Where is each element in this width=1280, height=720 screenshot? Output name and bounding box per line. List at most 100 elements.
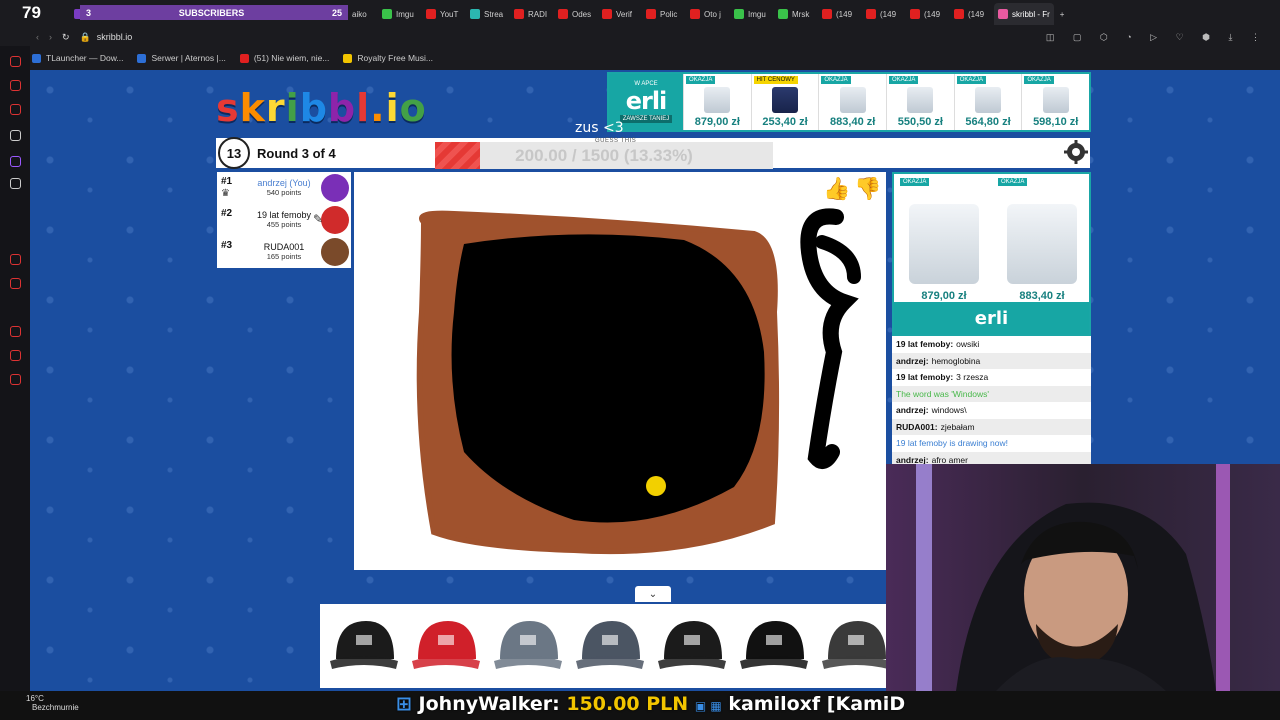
cap-product-image[interactable] — [326, 611, 402, 681]
browser-tab[interactable]: Oto j — [686, 3, 728, 25]
tab-label: (149 — [968, 9, 985, 19]
player-row[interactable]: #2 19 lat femoby 455 points ✎ — [217, 204, 351, 236]
ad-product[interactable]: OKAZJA 598,10 zł — [1021, 74, 1089, 130]
sidebar-icon[interactable] — [10, 254, 21, 265]
player-avatar — [321, 238, 349, 266]
twitch-icon[interactable] — [10, 156, 21, 167]
browser-tab[interactable]: Verif — [598, 3, 640, 25]
browser-tab-active[interactable]: skribbl - Fr — [994, 3, 1054, 25]
weather-temp: 16°C — [26, 694, 44, 703]
tab-label: YouT — [440, 9, 459, 19]
browser-tab[interactable]: Mrsk — [774, 3, 816, 25]
ad-banner-right[interactable]: OKAZJA 879,00 zł OKAZJA 883,40 zł erli — [892, 172, 1091, 336]
browser-tab[interactable]: Odes — [554, 3, 596, 25]
drawing-canvas[interactable] — [354, 172, 886, 570]
bookmark-item[interactable]: TLauncher — Dow... — [32, 53, 123, 63]
thumbs-up-icon[interactable]: 👍 — [823, 176, 850, 202]
sidebar-icon[interactable] — [10, 80, 21, 91]
sidebar-icon[interactable] — [10, 104, 21, 115]
browser-tab[interactable]: Imgu — [378, 3, 420, 25]
player-points: 540 points — [266, 188, 302, 197]
ad-product[interactable]: OKAZJA 879,00 zł — [683, 74, 751, 130]
browser-tab[interactable]: (149 — [862, 3, 904, 25]
weather-widget[interactable]: 16°C Bezchmurnie — [6, 694, 79, 712]
paint-can-image — [704, 87, 731, 113]
ad-price: 550,50 zł — [897, 116, 943, 128]
tab-favicon — [910, 9, 920, 19]
url-text[interactable]: skribbl.io — [97, 32, 133, 42]
tab-label: RADI — [528, 9, 548, 19]
ad-banner-bottom[interactable] — [320, 604, 890, 688]
browser-tab[interactable]: (149 — [818, 3, 860, 25]
subs-label: SUBSCRIBERS — [178, 7, 245, 18]
browser-tab[interactable]: (149 — [950, 3, 992, 25]
chevron-down-icon[interactable]: ⌄ — [635, 586, 671, 602]
logo-letter: i — [285, 86, 300, 130]
browser-tab[interactable]: Strea — [466, 3, 508, 25]
ad-product[interactable]: HIT CENOWY 253,40 zł — [750, 74, 819, 130]
ad-product[interactable]: OKAZJA 564,80 zł — [953, 74, 1022, 130]
cap-product-image[interactable] — [818, 611, 894, 681]
back-icon[interactable]: ‹ — [36, 32, 39, 42]
sidebar-icon[interactable] — [10, 278, 21, 289]
logo-letter: b — [327, 86, 357, 130]
ad-price: 253,40 zł — [762, 116, 808, 128]
browser-tab[interactable]: RADI — [510, 3, 552, 25]
new-tab-button[interactable]: + — [1056, 3, 1069, 25]
sidebar-icon[interactable] — [10, 56, 21, 67]
ad-banner-top[interactable]: W APCE erli ZAWSZE TANIEJ OKAZJA 879,00 z… — [607, 72, 1091, 132]
bookmark-item[interactable]: (51) Nie wiem, nie... — [239, 53, 329, 63]
ticker-text: kamiloxf [KamiD — [728, 693, 906, 715]
sidebar-icon[interactable] — [10, 326, 21, 337]
windows-icon[interactable]: ⊞ — [396, 693, 412, 715]
forward-icon[interactable]: › — [49, 32, 52, 42]
cap-product-image[interactable] — [736, 611, 812, 681]
bookmark-label: Royalty Free Musi... — [357, 53, 433, 63]
chat-message: 19 lat femoby is drawing now! — [892, 435, 1091, 452]
ad-product[interactable]: OKAZJA 883,40 zł — [818, 74, 886, 130]
ad-product[interactable]: OKAZJA 883,40 zł — [994, 176, 1090, 302]
ad-product[interactable]: OKAZJA 879,00 zł — [896, 176, 992, 302]
tab-favicon — [470, 9, 480, 19]
settings-icon[interactable] — [10, 374, 21, 385]
chat-author: andrzej: — [896, 405, 929, 416]
sidebar-icon[interactable] — [10, 130, 21, 141]
toolbar-icons[interactable]: ◫ ▢ ⬡ ◔ ▷ ♡ ⬢ ⤓ ⋮ — [1046, 32, 1268, 43]
taskbar-icons[interactable]: ▣ ▦ — [695, 699, 722, 713]
tab-label: Strea — [484, 9, 504, 19]
browser-tab[interactable]: Polic — [642, 3, 684, 25]
player-avatar — [321, 174, 349, 202]
browser-tab[interactable]: (149 — [906, 3, 948, 25]
tab-label: aiko — [352, 9, 367, 19]
cap-product-image[interactable] — [654, 611, 730, 681]
chat-message: andrzej: hemoglobina — [892, 352, 1091, 369]
tab-favicon — [822, 9, 832, 19]
thumbs-down-icon[interactable]: 👎 — [854, 176, 881, 202]
logo-letter: l — [356, 86, 371, 130]
chat-text: owsiki — [956, 339, 980, 350]
crown-icon: ♛ — [221, 188, 230, 199]
player-rank: #1 — [221, 176, 233, 187]
logo-letter: s — [216, 86, 240, 130]
player-row[interactable]: #3 RUDA001 165 points — [217, 236, 351, 268]
subs-right: 25 — [331, 7, 342, 18]
bookmark-item[interactable]: Serwer | Aternos |... — [137, 53, 226, 63]
paint-can-image — [839, 87, 866, 113]
player-row[interactable]: #1 andrzej (You) 540 points ♛ — [217, 172, 351, 204]
browser-tab[interactable]: Imgu — [730, 3, 772, 25]
tab-favicon — [866, 9, 876, 19]
paint-can-image — [1007, 204, 1077, 284]
x-icon[interactable] — [10, 178, 21, 189]
reload-icon[interactable]: ↻ — [62, 32, 70, 43]
sidebar-icon[interactable] — [10, 350, 21, 361]
cap-product-image[interactable] — [572, 611, 648, 681]
tab-favicon — [690, 9, 700, 19]
chat-text: windows\ — [931, 405, 967, 416]
browser-tab[interactable]: YouT — [422, 3, 464, 25]
settings-gear-icon[interactable] — [1062, 138, 1090, 166]
bookmark-item[interactable]: Royalty Free Musi... — [343, 53, 433, 63]
cap-product-image[interactable] — [408, 611, 484, 681]
cap-product-image[interactable] — [490, 611, 566, 681]
ad-product[interactable]: OKAZJA 550,50 zł — [886, 74, 954, 130]
donation-amount: 150.00 PLN — [566, 693, 689, 715]
